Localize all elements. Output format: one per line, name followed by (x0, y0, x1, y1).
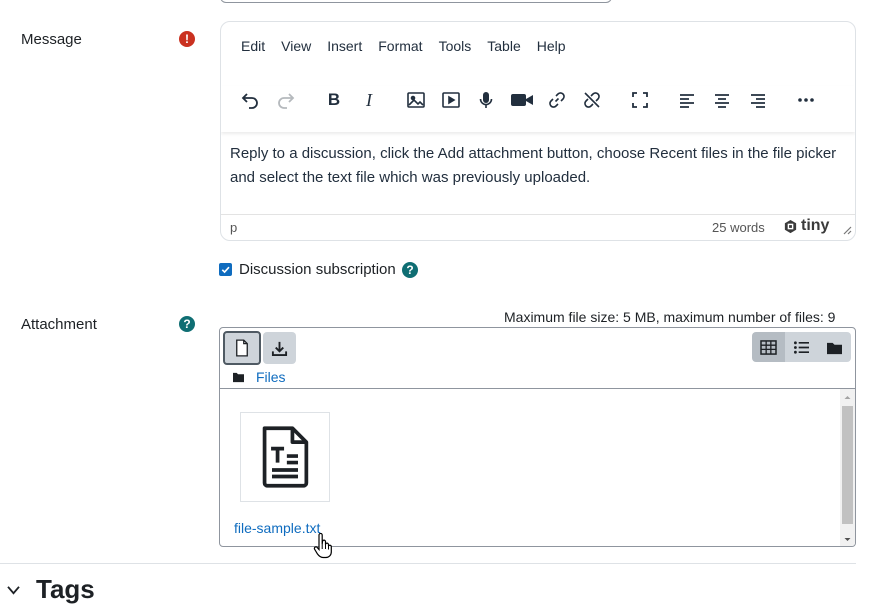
align-center-icon[interactable] (708, 86, 736, 114)
menu-view[interactable]: View (273, 34, 319, 58)
element-path[interactable]: p (230, 220, 237, 235)
path-files-link[interactable]: Files (256, 369, 286, 385)
scrollbar-thumb[interactable] (842, 406, 853, 524)
hand-cursor-icon (313, 532, 333, 563)
tags-section-title[interactable]: Tags (36, 574, 95, 605)
link-icon[interactable] (543, 86, 571, 114)
bold-icon[interactable]: B (320, 86, 348, 114)
discussion-subscription-label[interactable]: Discussion subscription (239, 261, 396, 278)
fullscreen-icon[interactable] (626, 86, 654, 114)
editor-toolbar: B I (221, 86, 855, 132)
add-file-button[interactable] (223, 331, 261, 365)
scrollbar[interactable] (840, 389, 855, 546)
help-icon[interactable]: ? (402, 262, 418, 278)
align-left-icon[interactable] (673, 86, 701, 114)
view-list-button[interactable] (785, 332, 818, 362)
chevron-down-icon[interactable] (6, 583, 21, 600)
attachment-label: Attachment (21, 316, 97, 333)
tiny-logo[interactable]: tiny (783, 217, 829, 235)
file-thumbnail[interactable] (240, 412, 330, 502)
scroll-down-icon[interactable] (840, 534, 855, 546)
text-file-icon (262, 426, 309, 488)
file-name-link[interactable]: file-sample.txt (234, 520, 320, 536)
unlink-icon[interactable] (578, 86, 606, 114)
grid-icon (760, 339, 777, 355)
italic-icon[interactable]: I (355, 86, 383, 114)
folder-icon (827, 342, 842, 354)
image-icon[interactable] (402, 86, 430, 114)
list-icon (794, 340, 809, 354)
exclamation-icon: ! (179, 31, 195, 47)
file-icon (236, 339, 248, 357)
menu-format[interactable]: Format (370, 34, 430, 58)
section-divider (0, 563, 856, 564)
file-manager: Files file-sample.txt (219, 327, 856, 547)
menu-table[interactable]: Table (479, 34, 528, 58)
tiny-brand: tiny (801, 217, 830, 234)
align-right-icon[interactable] (744, 86, 772, 114)
resize-handle-icon[interactable] (842, 223, 852, 238)
menu-tools[interactable]: Tools (431, 34, 480, 58)
view-tree-button[interactable] (818, 332, 851, 362)
previous-field-input[interactable] (220, 0, 612, 3)
menu-edit[interactable]: Edit (233, 34, 273, 58)
message-label: Message (21, 31, 82, 48)
editor-text: Reply to a discussion, click the Add att… (230, 145, 837, 186)
discussion-subscription-checkbox[interactable] (219, 263, 232, 276)
file-path-bar: Files (220, 366, 855, 389)
editor-menubar: Edit View Insert Format Tools Table Help (221, 22, 855, 70)
record-audio-icon[interactable] (472, 86, 500, 114)
download-icon (271, 341, 288, 356)
download-all-button[interactable] (263, 332, 296, 364)
redo-icon[interactable] (272, 86, 300, 114)
scroll-up-icon[interactable] (840, 391, 855, 403)
menu-help[interactable]: Help (529, 34, 574, 58)
editor-content[interactable]: Reply to a discussion, click the Add att… (221, 132, 855, 214)
record-video-icon[interactable] (507, 86, 537, 114)
more-icon[interactable] (792, 86, 820, 114)
help-icon[interactable]: ? (179, 316, 195, 332)
undo-icon[interactable] (236, 86, 264, 114)
tiny-icon (784, 219, 797, 233)
file-drop-area[interactable]: file-sample.txt (220, 389, 855, 546)
view-icons-button[interactable] (752, 332, 785, 362)
editor-statusbar: p 25 words tiny (221, 214, 855, 240)
folder-icon (232, 370, 245, 387)
file-limits-text: Maximum file size: 5 MB, maximum number … (504, 309, 836, 325)
menu-insert[interactable]: Insert (319, 34, 370, 58)
message-editor: Edit View Insert Format Tools Table Help… (220, 21, 856, 241)
checkmark-icon (221, 266, 230, 274)
media-icon[interactable] (437, 86, 465, 114)
word-count[interactable]: 25 words (712, 220, 765, 235)
